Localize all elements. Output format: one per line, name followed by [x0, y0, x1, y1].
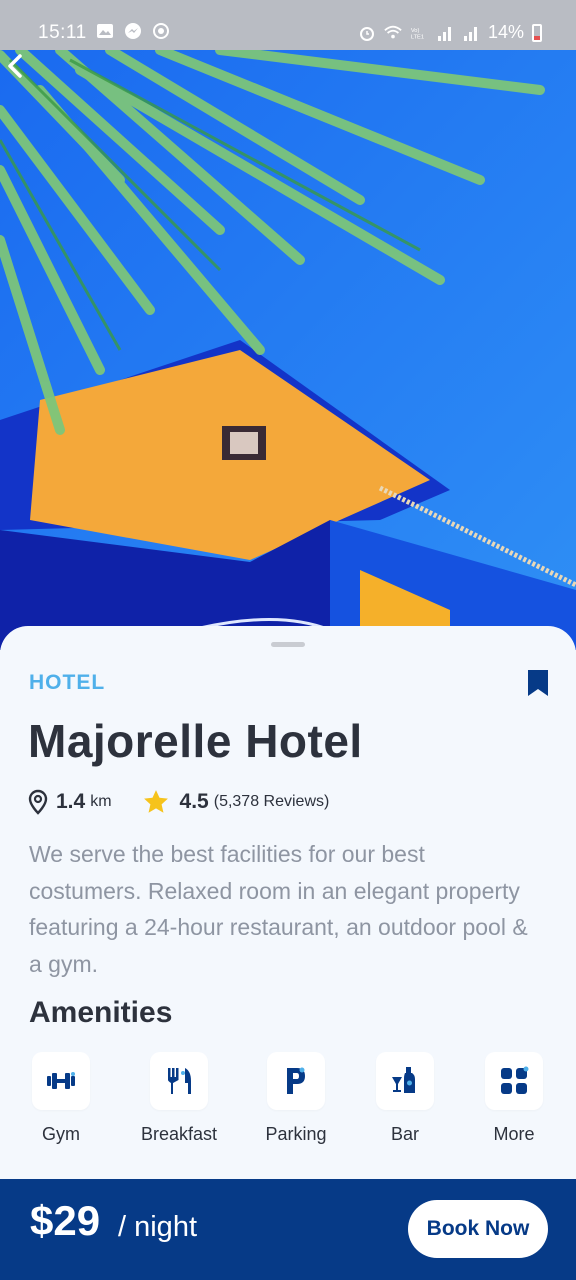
- svg-text:Vo): Vo): [411, 28, 420, 34]
- grid-icon: [501, 1066, 529, 1094]
- location-pin-icon: [28, 789, 48, 815]
- amenity-gym[interactable]: Gym: [6, 1052, 116, 1145]
- price-unit: / night: [118, 1211, 197, 1243]
- amenity-label: Bar: [390, 1124, 419, 1144]
- booking-footer: $29 / night Book Now: [0, 1179, 576, 1280]
- amenity-breakfast[interactable]: Breakfast: [124, 1052, 234, 1145]
- amenities-heading: Amenities: [29, 996, 173, 1029]
- battery-percent: 14%: [487, 22, 524, 42]
- amenity-bar[interactable]: Bar: [350, 1052, 460, 1145]
- hotel-photo: [0, 50, 576, 650]
- signal-icon: [463, 26, 477, 41]
- sync-icon: [153, 23, 169, 39]
- status-bar: 15:11 Vo) LTE1 14%: [0, 0, 576, 50]
- hotel-name: Majorelle Hotel: [28, 715, 363, 767]
- star-icon: [143, 790, 168, 813]
- drag-handle[interactable]: [271, 642, 305, 647]
- hotel-description: We serve the best facilities for our bes…: [29, 841, 528, 977]
- amenity-label: Gym: [42, 1124, 80, 1144]
- bookmark-icon[interactable]: [526, 668, 550, 698]
- status-time: 15:11: [38, 22, 87, 43]
- hotel-meta: 1.4 km 4.5 (5,378 Reviews): [28, 788, 329, 816]
- category-label: HOTEL: [29, 671, 106, 694]
- price-value: $29: [30, 1197, 101, 1244]
- amenity-label: More: [493, 1124, 535, 1144]
- gallery-icon: [97, 24, 113, 38]
- book-now-button[interactable]: Book Now: [408, 1200, 548, 1258]
- distance-unit: km: [90, 793, 112, 810]
- cutlery-icon: [168, 1068, 191, 1094]
- dumbbell-icon: [47, 1072, 75, 1089]
- amenities-list: Gym Breakfast Parking Bar More: [0, 1052, 576, 1152]
- messenger-icon: [125, 23, 141, 39]
- back-button[interactable]: [0, 50, 32, 82]
- review-count[interactable]: (5,378 Reviews): [214, 793, 330, 811]
- wifi-icon: [384, 25, 402, 38]
- volte-icon: Vo)LTE1: [411, 28, 424, 41]
- hero-image: [0, 50, 576, 650]
- parking-icon: [287, 1067, 305, 1094]
- distance-value: 1.4: [56, 790, 86, 813]
- bar-icon: [392, 1067, 415, 1093]
- amenity-parking[interactable]: Parking: [241, 1052, 351, 1145]
- signal-icon: [437, 26, 451, 41]
- rating-value: 4.5: [179, 790, 209, 813]
- amenity-label: Parking: [265, 1124, 327, 1144]
- alarm-icon: [359, 26, 374, 41]
- amenity-more[interactable]: More: [459, 1052, 569, 1145]
- svg-text:LTE1: LTE1: [411, 34, 424, 40]
- battery-icon: [532, 23, 542, 42]
- amenity-label: Breakfast: [140, 1124, 218, 1144]
- details-sheet: HOTEL Majorelle Hotel 1.4 km 4.5 (5,378 …: [0, 626, 576, 1186]
